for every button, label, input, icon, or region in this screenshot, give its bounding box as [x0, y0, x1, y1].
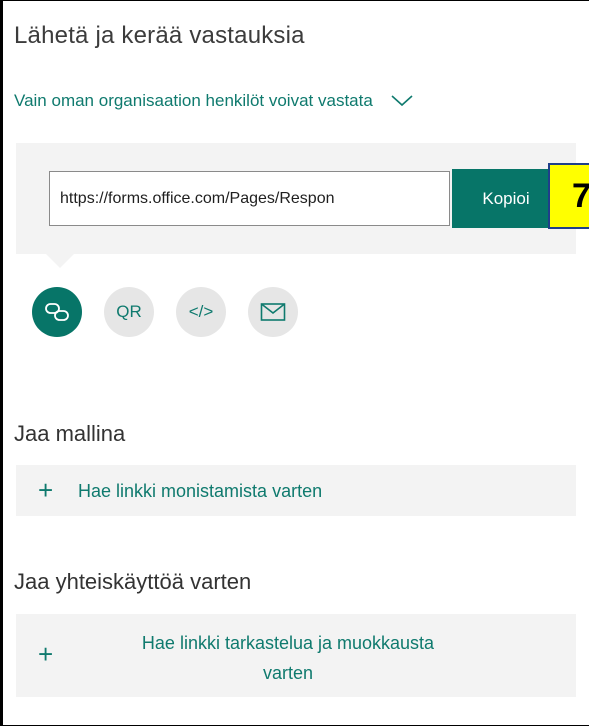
step-callout: 7 — [548, 163, 589, 229]
get-collaborate-link-button[interactable]: + Hae linkki tarkastelua ja muokkausta v… — [16, 614, 576, 697]
chevron-down-icon — [391, 95, 413, 107]
email-icon — [260, 303, 286, 321]
get-collaborate-link-label: Hae linkki tarkastelua ja muokkausta var… — [78, 628, 498, 688]
share-url-field[interactable]: https://forms.office.com/Pages/Respon — [49, 171, 450, 226]
qr-code-icon: QR — [116, 302, 142, 321]
plus-icon: + — [38, 475, 54, 505]
audience-dropdown[interactable]: Vain oman organisaation henkilöt voivat … — [14, 91, 413, 111]
collaborate-section-title: Jaa yhteiskäyttöä varten — [14, 569, 252, 594]
get-duplicate-link-button[interactable]: + Hae linkki monistamista varten — [16, 465, 576, 516]
qr-share-option[interactable]: QR — [104, 287, 154, 337]
copy-button[interactable]: Kopioi — [452, 169, 560, 228]
link-share-area: https://forms.office.com/Pages/Respon Ko… — [16, 143, 576, 254]
link-icon — [45, 303, 69, 321]
panel-title: Lähetä ja kerää vastauksia — [14, 22, 305, 49]
embed-code-icon: </> — [188, 302, 214, 321]
email-share-option[interactable] — [248, 287, 298, 337]
audience-label: Vain oman organisaation henkilöt voivat … — [14, 91, 373, 110]
link-share-option[interactable] — [32, 287, 82, 337]
collaborate-label-line2: varten — [262, 663, 314, 683]
template-section-title: Jaa mallina — [14, 421, 126, 446]
share-options: QR </> — [32, 287, 298, 337]
plus-icon: + — [38, 639, 54, 669]
selected-pointer — [46, 254, 74, 268]
get-duplicate-link-label: Hae linkki monistamista varten — [78, 481, 323, 501]
embed-share-option[interactable]: </> — [176, 287, 226, 337]
collaborate-label-line1: Hae linkki tarkastelua ja muokkausta — [141, 633, 435, 653]
